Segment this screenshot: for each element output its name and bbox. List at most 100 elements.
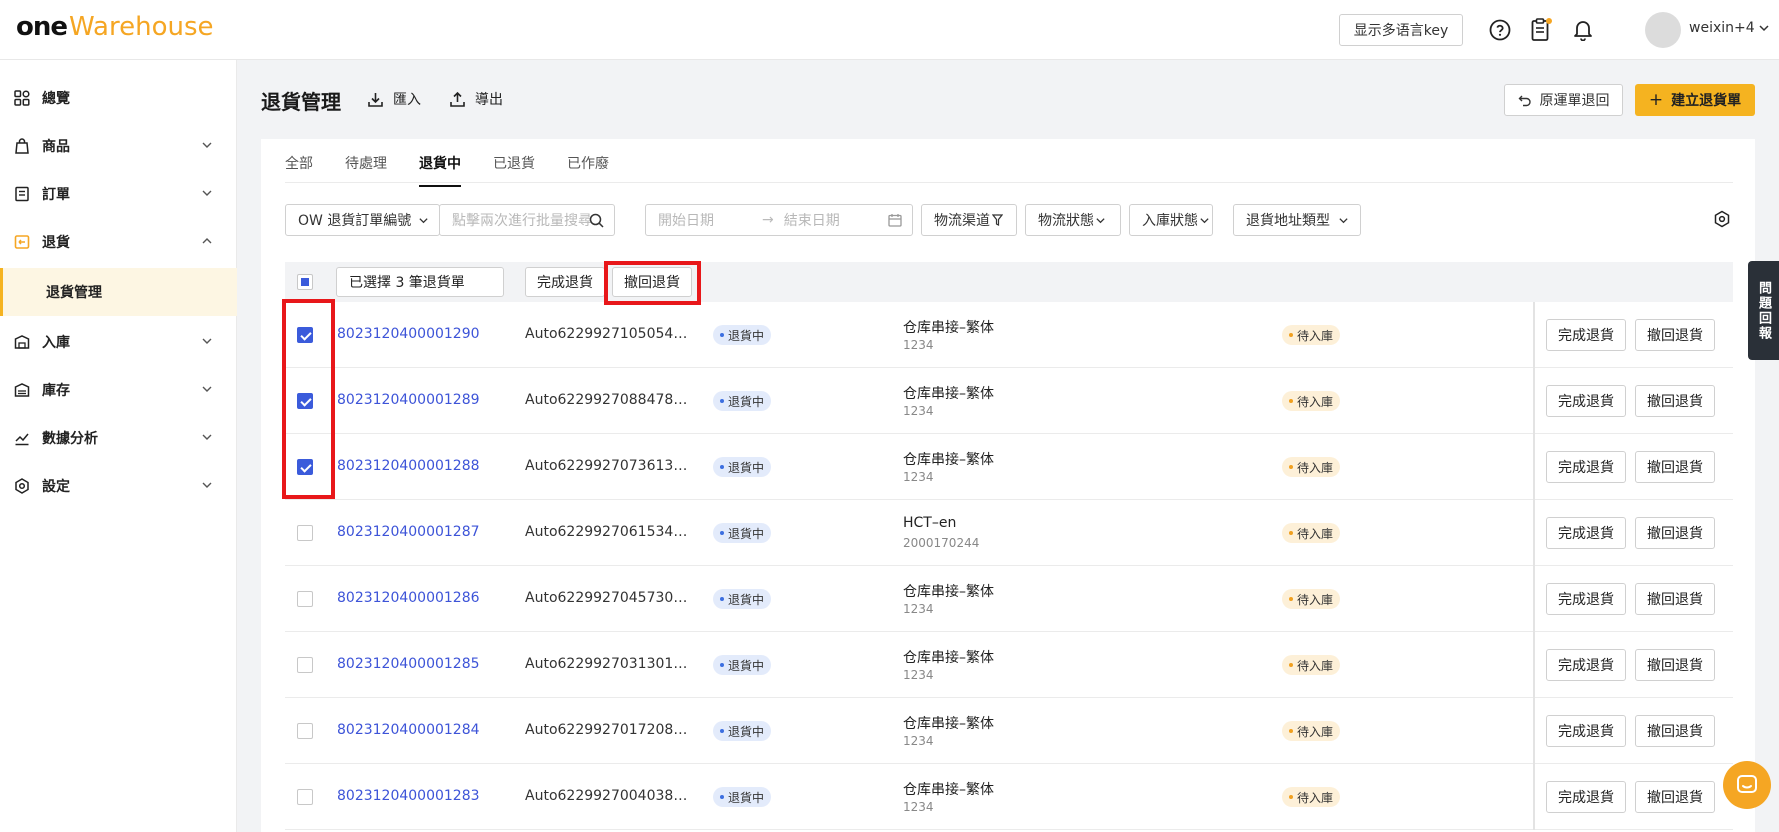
inbound-status-filter[interactable]: 入庫狀態 xyxy=(1129,204,1213,236)
complete-return-button[interactable]: 完成退貨 xyxy=(1546,781,1626,813)
end-date-field[interactable]: 結束日期 xyxy=(784,210,840,230)
return-original-button[interactable]: 原運單退回 xyxy=(1504,84,1623,116)
date-range-picker[interactable]: 開始日期 → 結束日期 xyxy=(645,204,913,236)
sidebar-item-inventory[interactable]: 庫存 xyxy=(0,366,237,414)
order-number-link[interactable]: 8023120400001290 xyxy=(337,326,480,342)
row-checkbox[interactable] xyxy=(297,789,313,805)
revoke-return-button[interactable]: 撤回退貨 xyxy=(1635,517,1715,549)
sidebar-item-returns[interactable]: 退貨 xyxy=(0,218,237,266)
order-number-link[interactable]: 8023120400001285 xyxy=(337,656,480,672)
order-icon xyxy=(14,186,30,202)
reference-number: Auto62299270884784... xyxy=(525,392,690,408)
search-field-select[interactable]: OW 退貨訂單編號 xyxy=(285,204,440,236)
revoke-return-button[interactable]: 撤回退貨 xyxy=(1635,781,1715,813)
complete-return-button[interactable]: 完成退貨 xyxy=(1546,451,1626,483)
calendar-icon xyxy=(888,214,902,227)
complete-return-button[interactable]: 完成退貨 xyxy=(1546,583,1626,615)
row-checkbox[interactable] xyxy=(297,657,313,673)
sidebar-item-settings[interactable]: 設定 xyxy=(0,462,237,510)
tab-returning[interactable]: 退貨中 xyxy=(419,153,461,187)
create-return-button[interactable]: + 建立退貨單 xyxy=(1635,84,1755,116)
row-checkbox[interactable] xyxy=(297,525,313,541)
logistics-channel-filter[interactable]: 物流渠道 xyxy=(921,204,1017,236)
status-badge: 退貨中 xyxy=(713,787,772,807)
complete-return-button[interactable]: 完成退貨 xyxy=(1546,385,1626,417)
inbound-status-label: 待入庫 xyxy=(1297,394,1334,409)
logistics-status-label: 物流狀態 xyxy=(1038,213,1094,229)
user-name[interactable]: weixin+4 xyxy=(1689,20,1755,36)
sidebar-subitem-return-management[interactable]: 退貨管理 xyxy=(0,268,237,316)
tab-returned[interactable]: 已退貨 xyxy=(493,153,535,173)
sidebar-item-label: 設定 xyxy=(42,479,70,495)
sidebar-item-inbound[interactable]: 入庫 xyxy=(0,318,237,366)
order-number-link[interactable]: 8023120400001289 xyxy=(337,392,480,408)
tab-pending[interactable]: 待處理 xyxy=(345,153,387,173)
status-badge: 退貨中 xyxy=(713,721,772,741)
sidebar-item-orders[interactable]: 訂單 xyxy=(0,170,237,218)
chevron-down-icon xyxy=(201,187,213,203)
app-logo[interactable]: one Warehouse xyxy=(16,12,214,42)
search-input[interactable]: 點擊兩次進行批量搜尋 xyxy=(439,204,615,236)
chevron-down-icon xyxy=(201,479,213,495)
stock-icon xyxy=(14,382,30,398)
order-number-link[interactable]: 8023120400001287 xyxy=(337,524,480,540)
logistics-status-filter[interactable]: 物流狀態 xyxy=(1025,204,1121,236)
column-divider xyxy=(1533,764,1535,830)
export-button[interactable]: 導出 xyxy=(449,89,503,109)
sidebar-item-label: 數據分析 xyxy=(42,431,98,447)
column-settings-icon[interactable] xyxy=(1709,206,1735,232)
revoke-return-button[interactable]: 撤回退貨 xyxy=(1635,649,1715,681)
sidebar-item-overview[interactable]: 總覽 xyxy=(0,74,237,122)
order-number-link[interactable]: 8023120400001283 xyxy=(337,788,480,804)
logistics-channel-name: 仓库串接–繁体 xyxy=(903,584,994,600)
select-all-checkbox[interactable] xyxy=(297,274,313,290)
search-icon[interactable] xyxy=(589,213,604,228)
complete-return-button[interactable]: 完成退貨 xyxy=(1546,715,1626,747)
revoke-return-button[interactable]: 撤回退貨 xyxy=(1635,451,1715,483)
reference-number: Auto62299270736138... xyxy=(525,458,690,474)
sidebar-item-products[interactable]: 商品 xyxy=(0,122,237,170)
reference-number: Auto62299270172088... xyxy=(525,722,690,738)
feedback-tab[interactable]: 問題回報 xyxy=(1748,261,1779,360)
chat-button[interactable] xyxy=(1723,761,1771,809)
chevron-down-icon[interactable] xyxy=(1758,22,1770,38)
logistics-channel-code: 1234 xyxy=(903,602,934,616)
revoke-return-button[interactable]: 撤回退貨 xyxy=(1635,385,1715,417)
logistics-channel-code: 1234 xyxy=(903,734,934,748)
order-number-link[interactable]: 8023120400001284 xyxy=(337,722,480,738)
search-field-select-value: OW 退貨訂單編號 xyxy=(298,213,412,229)
language-key-button[interactable]: 显示多语言key xyxy=(1339,14,1463,46)
inbound-status-label: 待入庫 xyxy=(1297,526,1334,541)
complete-return-button[interactable]: 完成退貨 xyxy=(1546,319,1626,351)
logistics-channel-name: 仓库串接–繁体 xyxy=(903,650,994,666)
upload-icon xyxy=(450,91,465,107)
complete-return-button[interactable]: 完成退貨 xyxy=(1546,517,1626,549)
row-checkbox[interactable] xyxy=(297,591,313,607)
chevron-down-icon xyxy=(201,383,213,399)
start-date-field[interactable]: 開始日期 xyxy=(658,210,714,230)
order-number-link[interactable]: 8023120400001286 xyxy=(337,590,480,606)
status-badge: 退貨中 xyxy=(713,457,772,477)
bulk-complete-return-button[interactable]: 完成退貨 xyxy=(525,267,605,297)
revoke-return-button[interactable]: 撤回退貨 xyxy=(1635,715,1715,747)
inbound-status-badge: 待入庫 xyxy=(1282,655,1341,675)
clipboard-icon[interactable] xyxy=(1528,17,1554,43)
revoke-return-button[interactable]: 撤回退貨 xyxy=(1635,319,1715,351)
tab-all[interactable]: 全部 xyxy=(285,153,313,173)
order-number-link[interactable]: 8023120400001288 xyxy=(337,458,480,474)
bell-icon[interactable] xyxy=(1570,17,1596,43)
tab-voided[interactable]: 已作廢 xyxy=(567,153,609,173)
avatar[interactable] xyxy=(1645,12,1681,48)
row-checkbox[interactable] xyxy=(297,723,313,739)
revoke-return-button[interactable]: 撤回退貨 xyxy=(1635,583,1715,615)
logistics-channel-code: 1234 xyxy=(903,800,934,814)
inbound-status-badge: 待入庫 xyxy=(1282,721,1341,741)
complete-return-button[interactable]: 完成退貨 xyxy=(1546,649,1626,681)
chat-icon xyxy=(1737,775,1757,793)
table-row: 8023120400001285 Auto622992703130174... 退貨… xyxy=(285,632,1733,698)
page-title: 退貨管理 xyxy=(261,90,341,114)
return-address-type-filter[interactable]: 退貨地址類型 xyxy=(1233,204,1361,236)
import-button[interactable]: 匯入 xyxy=(367,89,421,109)
help-icon[interactable] xyxy=(1487,17,1513,43)
sidebar-item-analytics[interactable]: 數據分析 xyxy=(0,414,237,462)
